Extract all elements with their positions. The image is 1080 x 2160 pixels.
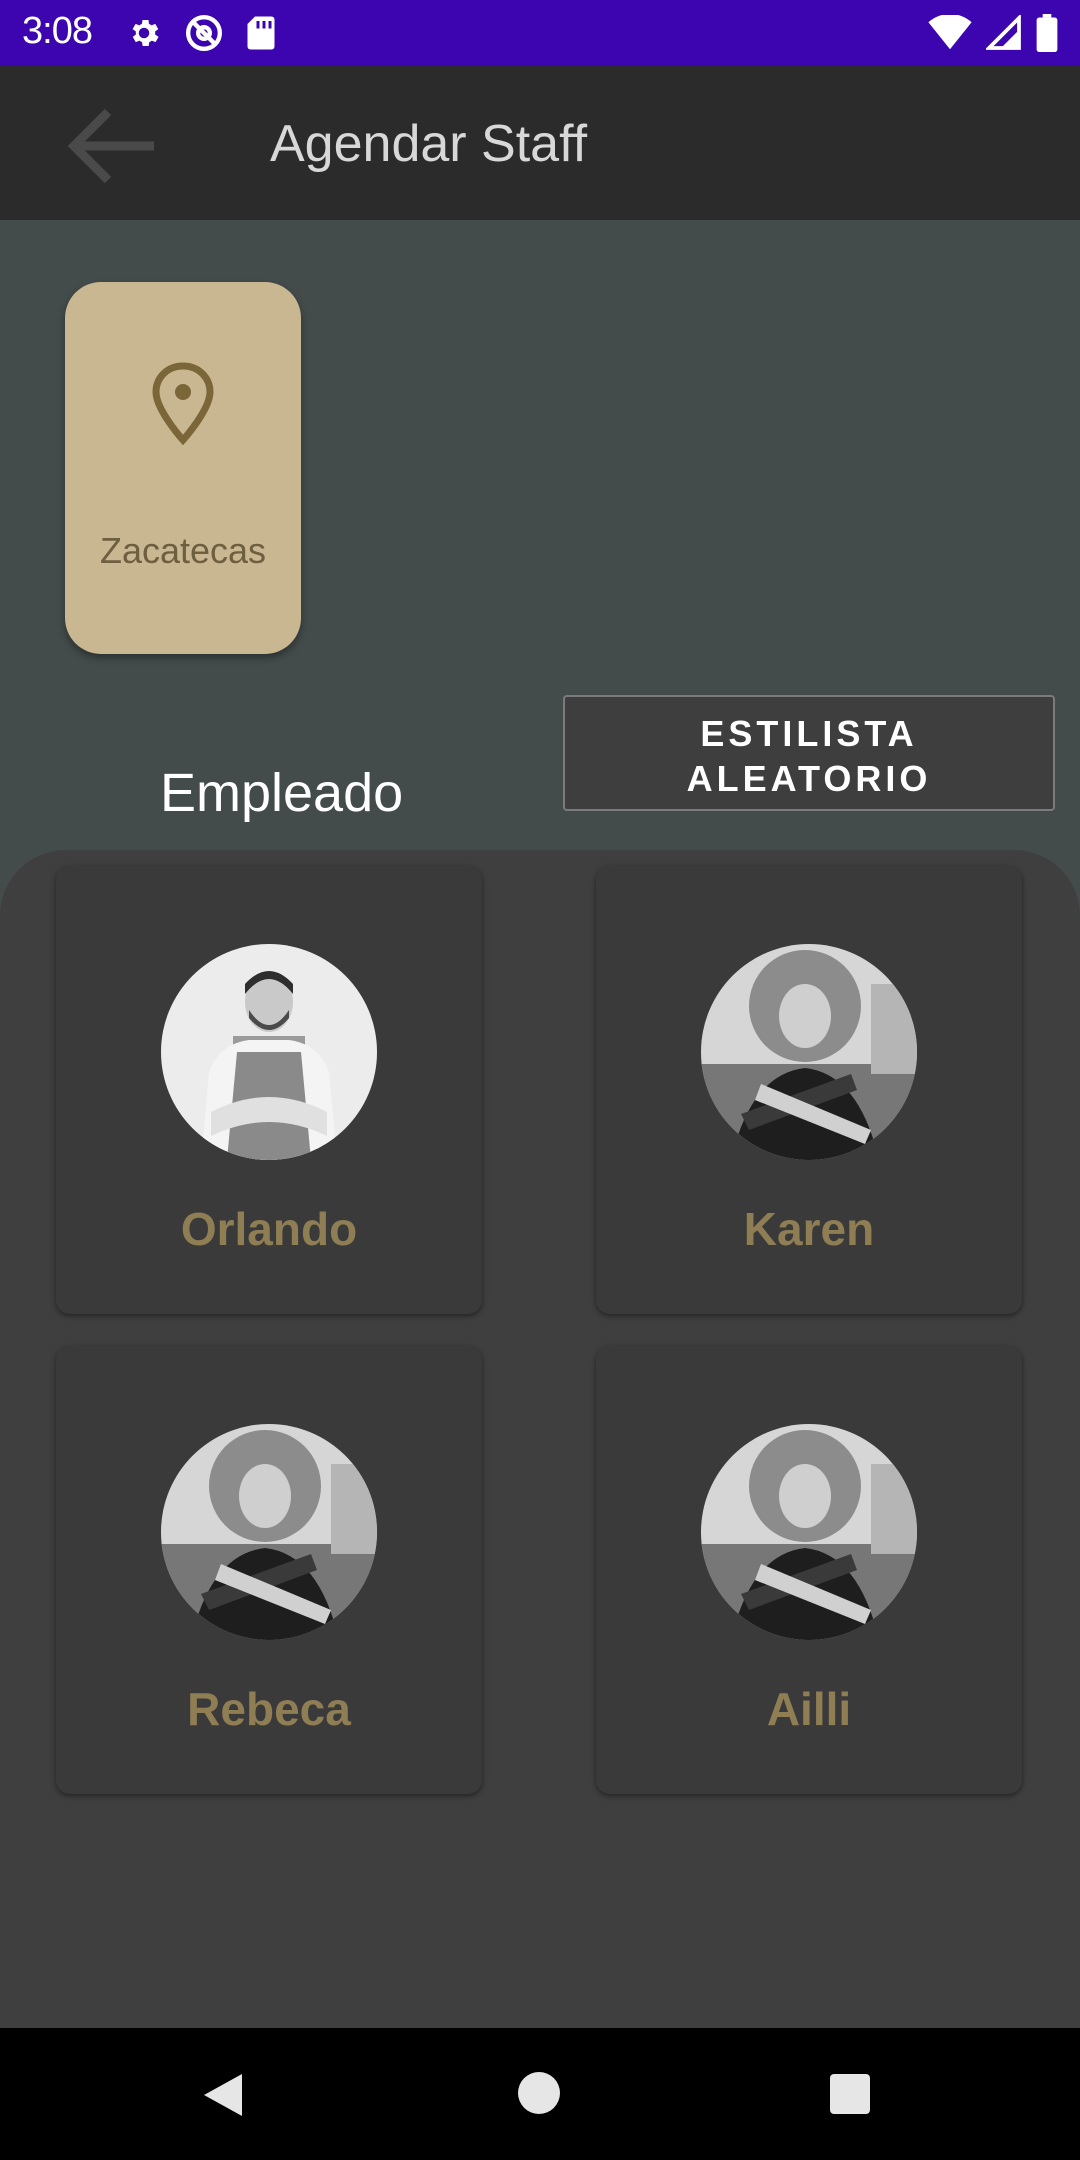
avatar-image <box>161 1424 377 1640</box>
battery-icon <box>1036 14 1058 52</box>
random-stylist-button[interactable]: ESTILISTA ALEATORIO <box>563 695 1055 811</box>
staff-name: Ailli <box>766 1683 852 1735</box>
back-button[interactable] <box>62 96 162 196</box>
status-time: 3:08 <box>22 10 93 52</box>
random-stylist-label-line2: ALEATORIO <box>686 758 932 799</box>
staff-name: Orlando <box>180 1203 358 1255</box>
staff-name: Rebeca <box>187 1683 351 1735</box>
system-nav-bar <box>0 2028 1080 2160</box>
avatar <box>701 1424 917 1640</box>
avatar <box>161 944 377 1160</box>
nav-home-icon[interactable] <box>518 2072 560 2114</box>
nav-back-icon[interactable] <box>202 2072 244 2118</box>
status-bar: 3:08 <box>0 0 1080 66</box>
staff-card-ailli[interactable]: Ailli <box>596 1346 1022 1794</box>
avatar-image <box>701 944 917 1160</box>
nav-recents-icon[interactable] <box>830 2074 870 2114</box>
arrow-back-icon <box>67 108 154 184</box>
staff-card-rebeca[interactable]: Rebeca <box>56 1346 482 1794</box>
wifi-icon <box>928 15 972 50</box>
at-sign-icon <box>186 15 222 51</box>
staff-card-karen[interactable]: Karen <box>596 866 1022 1314</box>
staff-list: Orlando Karen Rebeca Ailli <box>0 850 1080 2028</box>
avatar <box>701 944 917 1160</box>
app-bar: Agendar Staff <box>0 66 1080 220</box>
sd-card-icon <box>247 16 275 50</box>
location-pin-icon <box>152 362 214 446</box>
staff-card-orlando[interactable]: Orlando <box>56 866 482 1314</box>
signal-icon <box>986 15 1021 50</box>
avatar-image <box>701 1424 917 1640</box>
avatar-image <box>161 944 377 1160</box>
staff-name: Karen <box>743 1203 875 1255</box>
location-card[interactable]: Zacatecas <box>65 282 301 654</box>
avatar <box>161 1424 377 1640</box>
random-stylist-label-line1: ESTILISTA <box>700 713 918 754</box>
settings-icon <box>132 19 159 47</box>
page-title: Agendar Staff <box>270 115 588 173</box>
section-label: Empleado <box>160 763 404 823</box>
location-label: Zacatecas <box>99 530 267 571</box>
